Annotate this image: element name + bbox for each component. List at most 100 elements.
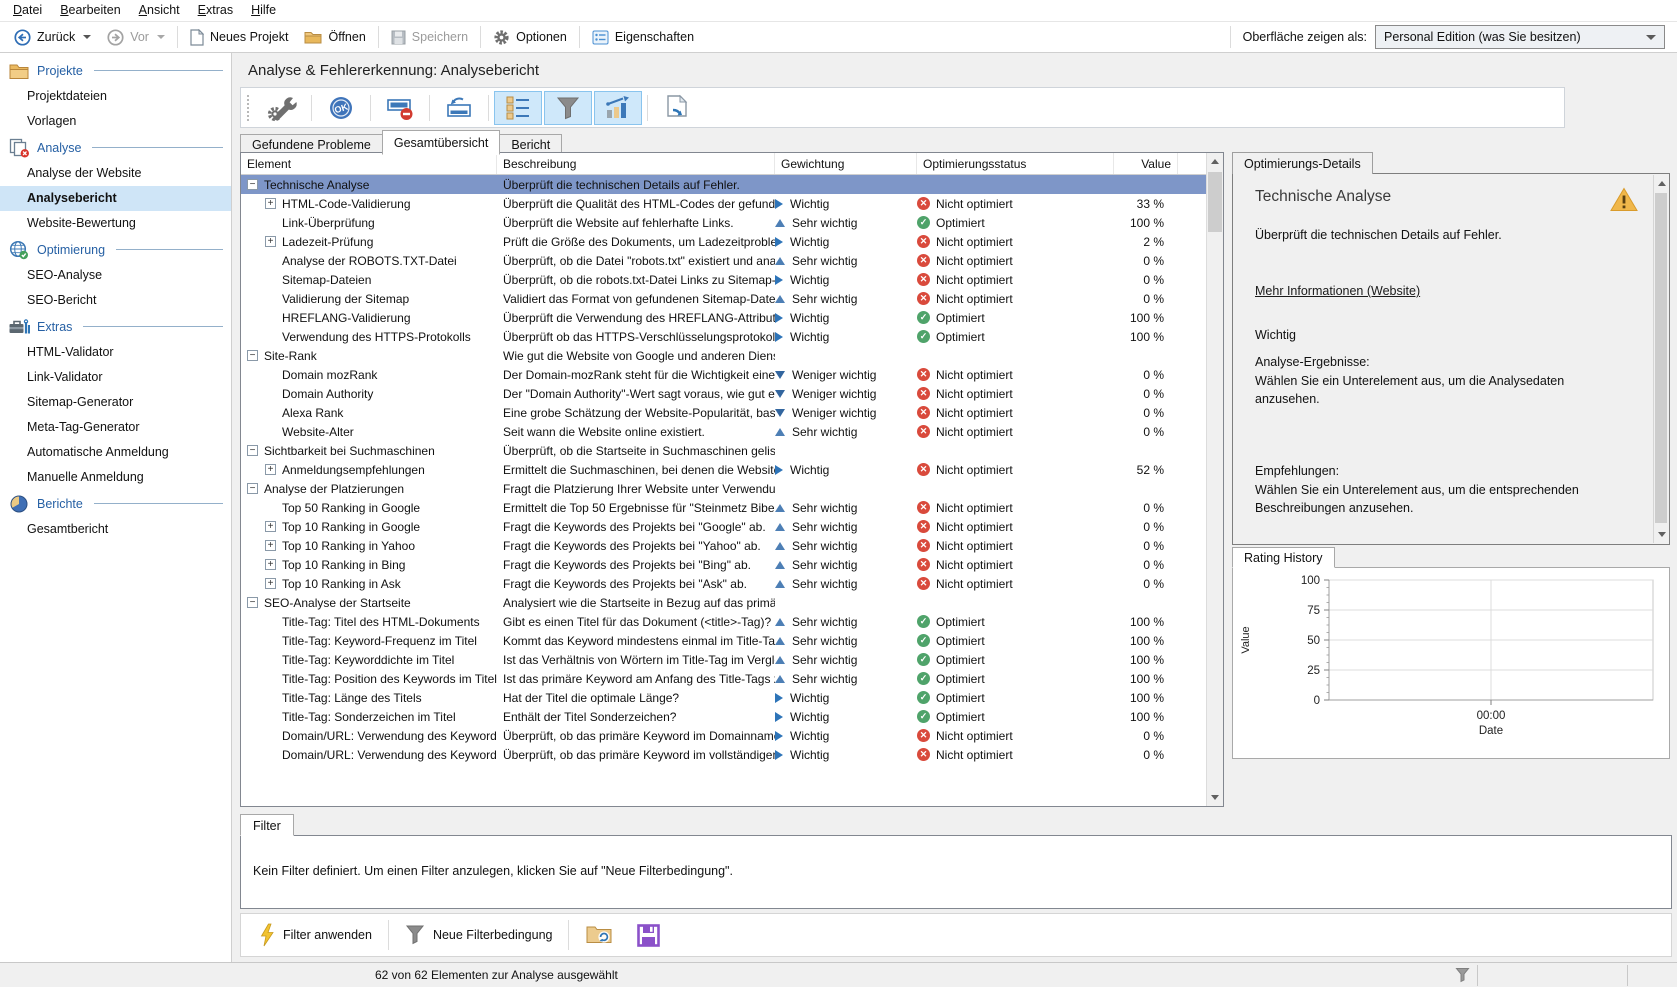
table-row[interactable]: Domain mozRankDer Domain-mozRank steht f…: [241, 365, 1206, 384]
table-row[interactable]: Title-Tag: Keyword-Frequenz im TitelKomm…: [241, 631, 1206, 650]
restore-item-button[interactable]: [435, 91, 483, 125]
table-scrollbar[interactable]: [1206, 153, 1223, 806]
toolbar-grip[interactable]: [247, 95, 251, 121]
table-row[interactable]: +Top 10 Ranking in AskFragt die Keywords…: [241, 574, 1206, 593]
ui-mode-select[interactable]: Personal Edition (was Sie besitzen): [1375, 25, 1665, 49]
scrollbar-thumb[interactable]: [1655, 193, 1667, 523]
table-row[interactable]: Alexa RankEine grobe Schätzung der Websi…: [241, 403, 1206, 422]
more-information-link[interactable]: Mehr Informationen (Website): [1255, 284, 1420, 298]
vor-button[interactable]: Vor: [99, 26, 173, 49]
menu-item-datei[interactable]: Datei: [4, 0, 51, 20]
ffnen-button[interactable]: Öffnen: [296, 27, 373, 47]
remove-item-button[interactable]: [376, 91, 424, 125]
table-row[interactable]: +HTML-Code-ValidierungÜberprüft die Qual…: [241, 194, 1206, 213]
neue-filterbedingung-button[interactable]: Neue Filterbedingung: [393, 917, 565, 953]
chart-button[interactable]: [594, 91, 642, 125]
sidebar-item-link-validator[interactable]: Link-Validator: [0, 365, 231, 390]
collapse-icon[interactable]: −: [247, 483, 258, 494]
details-scrollbar[interactable]: [1653, 175, 1668, 543]
table-row[interactable]: −Technische AnalyseÜberprüft die technis…: [241, 175, 1206, 194]
collapse-icon[interactable]: −: [247, 445, 258, 456]
chevron-down-icon[interactable]: [157, 35, 165, 39]
table-row[interactable]: +Top 10 Ranking in YahooFragt die Keywor…: [241, 536, 1206, 555]
collapse-icon[interactable]: −: [247, 597, 258, 608]
collapse-icon[interactable]: −: [247, 179, 258, 190]
scroll-up-icon[interactable]: [1207, 153, 1223, 170]
eigenschaften-button[interactable]: Eigenschaften: [584, 27, 702, 48]
column-header-optimierungsstatus[interactable]: Optimierungsstatus: [917, 153, 1114, 174]
sidebar-item-analyse-der-website[interactable]: Analyse der Website: [0, 161, 231, 186]
table-row[interactable]: HREFLANG-ValidierungÜberprüft die Verwen…: [241, 308, 1206, 327]
column-header-element[interactable]: Element: [241, 153, 497, 174]
sidebar-item-automatische-anmeldung[interactable]: Automatische Anmeldung: [0, 440, 231, 465]
scroll-up-icon[interactable]: [1654, 175, 1670, 192]
table-row[interactable]: Sitemap-DateienÜberprüft, ob die robots.…: [241, 270, 1206, 289]
sidebar-item-projektdateien[interactable]: Projektdateien: [0, 84, 231, 109]
tab-gesamt-bersicht[interactable]: Gesamtübersicht: [382, 130, 500, 155]
sidebar-item-website-bewertung[interactable]: Website-Bewertung: [0, 211, 231, 236]
table-row[interactable]: Analyse der ROBOTS.TXT-DateiÜberprüft, o…: [241, 251, 1206, 270]
expand-icon[interactable]: +: [265, 236, 276, 247]
filter-button[interactable]: [544, 91, 592, 125]
table-row[interactable]: Title-Tag: Keyworddichte im TitelIst das…: [241, 650, 1206, 669]
table-row[interactable]: Verwendung des HTTPS-ProtokollsÜberprüft…: [241, 327, 1206, 346]
sidebar-item-sitemap-generator[interactable]: Sitemap-Generator: [0, 390, 231, 415]
tools-button[interactable]: [258, 91, 306, 125]
open-filter-button[interactable]: [573, 917, 625, 953]
expand-icon[interactable]: +: [265, 521, 276, 532]
sidebar-item-gesamtbericht[interactable]: Gesamtbericht: [0, 517, 231, 542]
export-button[interactable]: [653, 91, 701, 125]
ok-stamp-button[interactable]: OK: [317, 91, 365, 125]
table-row[interactable]: +AnmeldungsempfehlungenErmittelt die Suc…: [241, 460, 1206, 479]
menu-item-bearbeiten[interactable]: Bearbeiten: [51, 0, 129, 20]
menu-item-extras[interactable]: Extras: [189, 0, 242, 20]
column-header-value[interactable]: Value: [1114, 153, 1178, 174]
table-row[interactable]: Title-Tag: Position des Keywords im Tite…: [241, 669, 1206, 688]
table-row[interactable]: +Top 10 Ranking in GoogleFragt die Keywo…: [241, 517, 1206, 536]
table-row[interactable]: +Ladezeit-PrüfungPrüft die Größe des Dok…: [241, 232, 1206, 251]
neues-projekt-button[interactable]: Neues Projekt: [182, 26, 297, 49]
menu-item-hilfe[interactable]: Hilfe: [242, 0, 285, 20]
sidebar-item-seo-analyse[interactable]: SEO-Analyse: [0, 263, 231, 288]
table-row[interactable]: Link-ÜberprüfungÜberprüft die Website au…: [241, 213, 1206, 232]
scroll-down-icon[interactable]: [1654, 526, 1670, 543]
zur-ck-button[interactable]: Zurück: [6, 26, 99, 49]
tab-filter[interactable]: Filter: [240, 814, 294, 836]
sidebar-item-seo-bericht[interactable]: SEO-Bericht: [0, 288, 231, 313]
table-row[interactable]: Domain AuthorityDer "Domain Authority"-W…: [241, 384, 1206, 403]
sidebar-item-vorlagen[interactable]: Vorlagen: [0, 109, 231, 134]
table-row[interactable]: Title-Tag: Titel des HTML-DokumentsGibt …: [241, 612, 1206, 631]
expand-icon[interactable]: +: [265, 540, 276, 551]
column-header-beschreibung[interactable]: Beschreibung: [497, 153, 775, 174]
sidebar-item-html-validator[interactable]: HTML-Validator: [0, 340, 231, 365]
speichern-button[interactable]: Speichern: [383, 27, 476, 48]
column-header-gewichtung[interactable]: Gewichtung: [775, 153, 917, 174]
table-row[interactable]: Website-AlterSeit wann die Website onlin…: [241, 422, 1206, 441]
table-row[interactable]: −SEO-Analyse der StartseiteAnalysiert wi…: [241, 593, 1206, 612]
task-list-button[interactable]: [494, 91, 542, 125]
sidebar-item-manuelle-anmeldung[interactable]: Manuelle Anmeldung: [0, 465, 231, 490]
tab-rating-history[interactable]: Rating History: [1232, 547, 1335, 568]
scroll-down-icon[interactable]: [1207, 789, 1223, 806]
chevron-down-icon[interactable]: [83, 35, 91, 39]
save-filter-button[interactable]: [625, 917, 672, 953]
table-row[interactable]: Title-Tag: Länge des TitelsHat der Titel…: [241, 688, 1206, 707]
optionen-button[interactable]: Optionen: [485, 26, 575, 49]
sidebar-item-meta-tag-generator[interactable]: Meta-Tag-Generator: [0, 415, 231, 440]
table-row[interactable]: Title-Tag: Sonderzeichen im TitelEnthält…: [241, 707, 1206, 726]
scrollbar-thumb[interactable]: [1208, 172, 1222, 232]
sidebar-item-analysebericht[interactable]: Analysebericht: [0, 186, 231, 211]
menu-item-ansicht[interactable]: Ansicht: [130, 0, 189, 20]
table-row[interactable]: Top 50 Ranking in GoogleErmittelt die To…: [241, 498, 1206, 517]
table-row[interactable]: Domain/URL: Verwendung des Keyword...Übe…: [241, 745, 1206, 764]
table-row[interactable]: −Analyse der PlatzierungenFragt die Plat…: [241, 479, 1206, 498]
table-row[interactable]: −Sichtbarkeit bei SuchmaschinenÜberprüft…: [241, 441, 1206, 460]
table-row[interactable]: Validierung der SitemapValidiert das For…: [241, 289, 1206, 308]
expand-icon[interactable]: +: [265, 198, 276, 209]
expand-icon[interactable]: +: [265, 559, 276, 570]
filter-anwenden-button[interactable]: Filter anwenden: [247, 917, 384, 953]
collapse-icon[interactable]: −: [247, 350, 258, 361]
table-row[interactable]: +Top 10 Ranking in BingFragt die Keyword…: [241, 555, 1206, 574]
table-row[interactable]: −Site-RankWie gut die Website von Google…: [241, 346, 1206, 365]
table-row[interactable]: Domain/URL: Verwendung des Keyword...Übe…: [241, 726, 1206, 745]
